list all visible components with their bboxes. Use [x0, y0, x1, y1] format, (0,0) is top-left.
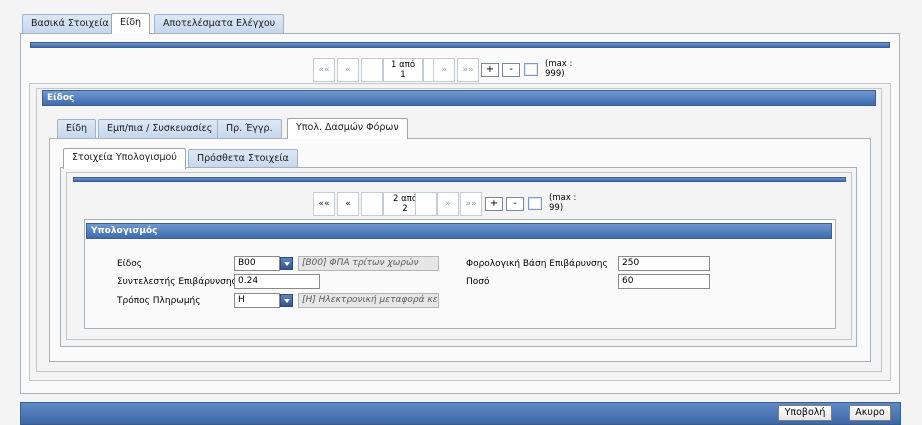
eidos-description-field: [B00] ΦΠΑ τρίτων χωρών	[298, 256, 439, 271]
submit-button[interactable]: Υποβολή	[778, 405, 832, 421]
pager-top-add-button[interactable]: +	[481, 63, 499, 77]
amount-field[interactable]: 60	[618, 274, 710, 289]
subtab-duty-calc[interactable]: Υπολ. Δασμών Φόρων	[287, 118, 408, 139]
pager-inner-max-label: (max : 99)	[549, 193, 576, 213]
pager-top: «« « 1 από 1 » »» + - (max : 999)	[313, 58, 583, 82]
tab-basic-info[interactable]: Βασικά Στοιχεία	[22, 14, 118, 34]
pager-top-next-button[interactable]: »	[433, 58, 455, 82]
pager-inner-next-button[interactable]: »	[437, 192, 459, 216]
pager-top-page-field[interactable]	[524, 63, 538, 76]
pager-top-max-line1: (max :	[545, 59, 573, 69]
eidos-dropdown-icon[interactable]	[280, 257, 293, 270]
eidos-label: Είδος	[117, 259, 143, 269]
inner-panel-bar	[73, 177, 846, 182]
pager-top-spacer	[361, 58, 383, 82]
payment-code-field[interactable]: H	[234, 293, 280, 308]
tab-control-results[interactable]: Αποτελέσματα Ελέγχου	[154, 14, 285, 34]
pager-top-max-line2: 999)	[545, 69, 565, 79]
pager-top-first-button[interactable]: ««	[313, 58, 335, 82]
main-panel-bar	[30, 42, 890, 48]
pager-inner-first-button[interactable]: ««	[313, 192, 335, 216]
pager-inner-spacer2	[415, 192, 437, 216]
pager-top-count: 1 από 1	[383, 58, 423, 82]
pager-inner: «« « 2 από 2 » »» + - (max : 99)	[313, 192, 583, 216]
subtab-eidi[interactable]: Είδη	[57, 119, 97, 139]
tax-base-field[interactable]: 250	[618, 256, 710, 271]
rate-label: Συντελεστής Επιβάρυνσης	[117, 277, 237, 287]
pager-top-max-label: (max : 999)	[545, 59, 572, 79]
pager-top-count-line2: 1	[400, 70, 406, 80]
pager-inner-prev-button[interactable]: «	[337, 192, 359, 216]
pager-top-prev-button[interactable]: «	[337, 58, 359, 82]
pager-inner-max-line2: 99)	[549, 203, 564, 213]
rate-field[interactable]: 0.24	[234, 274, 320, 289]
pager-top-count-line1: 1 από	[390, 60, 416, 70]
cancel-button[interactable]: Ακυρο	[849, 405, 891, 421]
payment-dropdown-icon[interactable]	[280, 294, 293, 307]
footer-bar	[20, 402, 901, 425]
pager-inner-last-button[interactable]: »»	[460, 192, 482, 216]
tab-eidi[interactable]: Είδη	[111, 13, 151, 34]
pager-inner-add-button[interactable]: +	[485, 197, 503, 211]
payment-label: Τρόπος Πληρωμής	[117, 296, 201, 306]
eidos-code-field[interactable]: B00	[234, 256, 280, 271]
eidos-section-header: Είδος	[42, 90, 876, 106]
pager-inner-remove-button[interactable]: -	[506, 197, 524, 211]
pager-inner-page-field[interactable]	[528, 197, 542, 210]
inner-tab-extra-data[interactable]: Πρόσθετα Στοιχεία	[188, 149, 298, 169]
pager-inner-max-line1: (max :	[549, 193, 577, 203]
calc-section-header: Υπολογισμός	[86, 223, 832, 239]
calc-section-title: Υπολογισμός	[91, 226, 158, 236]
inner-tab-calc-data[interactable]: Στοιχεία Υπολογισμού	[63, 148, 186, 169]
subtab-containers[interactable]: Εμπ/πια / Συσκευασίες	[98, 119, 222, 139]
payment-description-field: [H] Ηλεκτρονική μεταφορά κεφαλ	[298, 293, 439, 308]
pager-inner-spacer	[361, 192, 383, 216]
pager-top-remove-button[interactable]: -	[502, 63, 520, 77]
eidos-section-title: Είδος	[47, 93, 75, 103]
subtab-prev-docs[interactable]: Πρ. Έγγρ.	[217, 119, 282, 139]
amount-label: Ποσό	[466, 277, 490, 287]
pager-top-last-button[interactable]: »»	[457, 58, 479, 82]
tax-base-label: Φορολογική Βάση Επιβάρυνσης	[466, 259, 608, 269]
